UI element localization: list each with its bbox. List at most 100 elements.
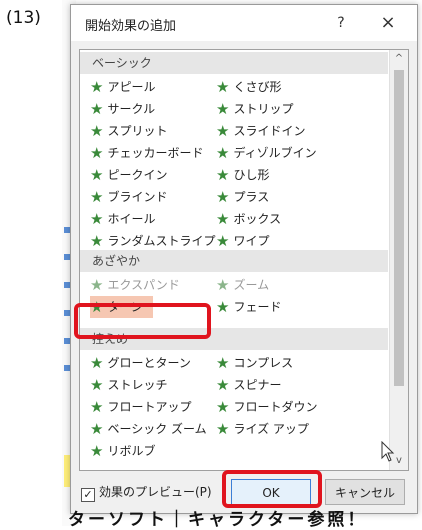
vertical-scrollbar[interactable]: ^ v bbox=[389, 50, 408, 470]
category-header-basic: ベーシック bbox=[80, 52, 388, 74]
preview-option[interactable]: ✓ 効果のプレビュー(P) bbox=[81, 481, 212, 503]
effect-item[interactable]: ★ ワイプ bbox=[216, 230, 269, 252]
effect-label: くさび形 bbox=[233, 80, 282, 94]
effect-label: フェード bbox=[233, 300, 282, 314]
background-document-text: ターソフト｜キャラクター参照！ bbox=[68, 510, 368, 530]
star-icon: ★ bbox=[90, 232, 104, 250]
effect-item[interactable]: ★ プラス bbox=[216, 186, 269, 208]
star-icon: ★ bbox=[216, 166, 230, 184]
effect-item[interactable]: ★ フェード bbox=[216, 296, 281, 318]
scroll-up-arrow-icon[interactable]: ^ bbox=[390, 50, 408, 68]
effect-item[interactable]: ★ リボルブ bbox=[90, 440, 155, 462]
effect-item[interactable]: ★ スプリット bbox=[90, 120, 167, 142]
effect-label: ホイール bbox=[107, 212, 156, 226]
effect-item[interactable]: ★ ホイール bbox=[90, 208, 155, 230]
effect-item[interactable]: ★ アピール bbox=[90, 76, 155, 98]
effect-label: ボックス bbox=[233, 212, 282, 226]
star-icon: ★ bbox=[90, 78, 104, 96]
highlight-ok-button bbox=[222, 470, 322, 508]
effect-item[interactable]: ★ ディゾルブイン bbox=[216, 142, 317, 164]
mouse-cursor-icon bbox=[381, 441, 395, 462]
star-icon: ★ bbox=[216, 376, 230, 394]
effect-item[interactable]: ★ ピークイン bbox=[90, 164, 167, 186]
star-icon: ★ bbox=[216, 78, 230, 96]
effect-item[interactable]: ★ ボックス bbox=[216, 208, 281, 230]
star-icon: ★ bbox=[90, 122, 104, 140]
effect-item[interactable]: ★ ズーム bbox=[216, 274, 269, 296]
effect-item[interactable]: ★ フロートダウン bbox=[216, 396, 317, 418]
effect-label: エクスパンド bbox=[107, 278, 180, 292]
star-icon: ★ bbox=[90, 144, 104, 162]
star-icon: ★ bbox=[216, 398, 230, 416]
effect-item[interactable]: ★ くさび形 bbox=[216, 76, 281, 98]
category-header-exciting: あざやか bbox=[80, 250, 388, 272]
star-icon: ★ bbox=[216, 210, 230, 228]
effect-label: アピール bbox=[107, 80, 156, 94]
effect-label: ストレッチ bbox=[107, 378, 168, 392]
effect-label: ストリップ bbox=[233, 102, 294, 116]
effect-item[interactable]: ★ サークル bbox=[90, 98, 155, 120]
star-icon: ★ bbox=[216, 276, 230, 294]
effect-label: フロートアップ bbox=[107, 400, 192, 414]
star-icon: ★ bbox=[90, 276, 104, 294]
effect-item[interactable]: ★ グローとターン bbox=[90, 352, 191, 374]
scrollbar-thumb[interactable] bbox=[394, 70, 404, 386]
star-icon: ★ bbox=[216, 298, 230, 316]
effect-label: フロートダウン bbox=[233, 400, 318, 414]
title-bar: 開始効果の追加 ? × bbox=[71, 5, 417, 41]
effect-label: スプリット bbox=[107, 124, 168, 138]
preview-checkbox[interactable]: ✓ bbox=[81, 488, 95, 502]
star-icon: ★ bbox=[216, 188, 230, 206]
effect-item[interactable]: ★ ストレッチ bbox=[90, 374, 167, 396]
effect-label: ズーム bbox=[233, 278, 270, 292]
effect-item[interactable]: ★ ライズ アップ bbox=[216, 418, 309, 440]
effect-label: スピナー bbox=[233, 378, 282, 392]
cancel-button[interactable]: キャンセル bbox=[325, 479, 405, 505]
star-icon: ★ bbox=[90, 376, 104, 394]
star-icon: ★ bbox=[216, 354, 230, 372]
effect-label: ブラインド bbox=[107, 190, 168, 204]
effect-item[interactable]: ★ ブラインド bbox=[90, 186, 167, 208]
star-icon: ★ bbox=[90, 398, 104, 416]
effect-item[interactable]: ★ ひし形 bbox=[216, 164, 269, 186]
effect-label: ピークイン bbox=[107, 168, 168, 182]
star-icon: ★ bbox=[216, 144, 230, 162]
effect-item[interactable]: ★ スライドイン bbox=[216, 120, 305, 142]
effect-label: グローとターン bbox=[107, 356, 191, 370]
star-icon: ★ bbox=[90, 420, 104, 438]
star-icon: ★ bbox=[90, 100, 104, 118]
step-label: (13) bbox=[6, 8, 41, 28]
effect-list[interactable]: ベーシック あざやか 控えめ ★ アピール ★ くさび形 ★ サークル ★ ストリップ ★ スプリ… bbox=[79, 49, 409, 471]
highlight-turn-effect bbox=[74, 303, 211, 339]
star-icon: ★ bbox=[216, 122, 230, 140]
star-icon: ★ bbox=[216, 232, 230, 250]
effect-label: ひし形 bbox=[233, 168, 270, 182]
effect-label: ライズ アップ bbox=[233, 422, 309, 436]
effect-item[interactable]: ★ チェッカーボード bbox=[90, 142, 203, 164]
close-button[interactable]: × bbox=[375, 11, 401, 35]
dialog-title: 開始効果の追加 bbox=[85, 19, 177, 34]
effect-label: サークル bbox=[107, 102, 156, 116]
star-icon: ★ bbox=[216, 420, 230, 438]
effect-label: ワイプ bbox=[233, 234, 270, 248]
effect-label: ランダムストライプ bbox=[107, 234, 216, 248]
effect-label: ディゾルブイン bbox=[233, 146, 317, 160]
effect-item[interactable]: ★ ベーシック ズーム bbox=[90, 418, 207, 440]
effect-label: ベーシック ズーム bbox=[107, 422, 207, 436]
effect-item[interactable]: ★ ストリップ bbox=[216, 98, 293, 120]
star-icon: ★ bbox=[216, 100, 230, 118]
star-icon: ★ bbox=[90, 166, 104, 184]
add-entrance-effect-dialog: 開始効果の追加 ? × ベーシック あざやか 控えめ ★ アピール ★ くさび形 ★ サー… bbox=[70, 4, 418, 514]
effect-item[interactable]: ★ フロートアップ bbox=[90, 396, 191, 418]
effect-item[interactable]: ★ エクスパンド bbox=[90, 274, 180, 296]
star-icon: ★ bbox=[90, 210, 104, 228]
effect-label: スライドイン bbox=[233, 124, 306, 138]
effect-item[interactable]: ★ ランダムストライプ bbox=[90, 230, 215, 252]
effect-label: プラス bbox=[233, 190, 270, 204]
help-button[interactable]: ? bbox=[329, 11, 353, 35]
star-icon: ★ bbox=[90, 188, 104, 206]
effect-item[interactable]: ★ コンプレス bbox=[216, 352, 293, 374]
effect-item[interactable]: ★ スピナー bbox=[216, 374, 281, 396]
effect-label: チェッカーボード bbox=[107, 146, 204, 160]
star-icon: ★ bbox=[90, 442, 104, 460]
